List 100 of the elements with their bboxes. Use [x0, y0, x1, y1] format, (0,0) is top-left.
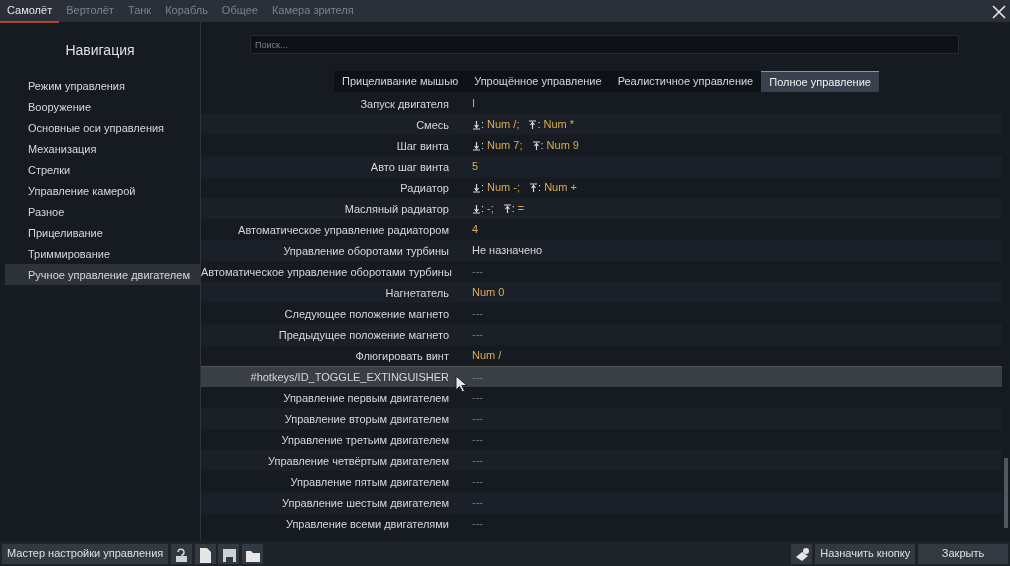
table-row[interactable]: Управление шестым двигателем ---: [201, 492, 1002, 513]
sidebar-item[interactable]: Вооружение: [0, 96, 200, 117]
key-binding: 4: [472, 222, 479, 238]
binding-value: ---: [472, 495, 483, 511]
table-row[interactable]: Управление оборотами турбины Не назначено: [201, 240, 1002, 261]
binding-value: ---: [472, 327, 483, 343]
table-row[interactable]: Смесь : Num /; : Num *: [201, 114, 1002, 135]
tab[interactable]: Вертолёт: [59, 0, 121, 24]
sidebar-item[interactable]: Триммирование: [0, 243, 200, 264]
binding-value: ---: [472, 411, 483, 427]
colon-label: :: [540, 138, 544, 154]
table-row[interactable]: Масляный радиатор : -; : =: [201, 198, 1002, 219]
binding-value: ---: [472, 474, 483, 490]
table-row[interactable]: Автоматическое управление радиатором 4: [201, 219, 1002, 240]
help-button[interactable]: [171, 543, 192, 564]
colon-label: :: [481, 117, 485, 133]
table-row[interactable]: Предыдущее положение магнето ---: [201, 324, 1002, 345]
action-label: Управление первым двигателем: [282, 390, 449, 405]
mode-tab[interactable]: Прицеливание мышью: [334, 71, 467, 92]
selected-row[interactable]: #hotkeys/ID_TOGGLE_EXTINGUISHER ---: [201, 366, 1002, 387]
sidebar-item[interactable]: Стрелки: [0, 159, 200, 180]
action-label: Масляный радиатор: [343, 201, 449, 216]
table-row[interactable]: Управление первым двигателем ---: [201, 387, 1002, 408]
action-label: Автоматическое управление оборотами турбины: [201, 264, 449, 279]
table-row[interactable]: Автоматическое управление оборотами турбины ---: [201, 261, 1002, 282]
reset-button[interactable]: [791, 543, 813, 564]
table-row[interactable]: Управление всеми двигателями ---: [201, 513, 1002, 534]
table-row[interactable]: Управление третьим двигателем ---: [201, 429, 1002, 450]
action-label: Нагнетатель: [384, 285, 449, 300]
search-field[interactable]: Поиск...: [250, 35, 959, 54]
action-label: Шаг винта: [395, 138, 449, 153]
sidebar-item[interactable]: Ручное управление двигателем: [5, 264, 200, 285]
action-label: Следующее положение магнето: [283, 306, 449, 321]
new-button[interactable]: [194, 543, 216, 564]
binding-value: ---: [472, 516, 483, 532]
table-row[interactable]: Флюгировать винт Num /: [201, 345, 1002, 366]
decrease-icon: [472, 140, 481, 151]
action-label: Управление вторым двигателем: [283, 411, 449, 426]
key-binding: Num 9: [546, 138, 579, 154]
binding-value: ---: [472, 306, 483, 322]
decrease-icon: [472, 203, 481, 214]
key-binding: 5: [472, 159, 479, 175]
action-label: Управление пятым двигателем: [289, 474, 449, 489]
mode-tab[interactable]: Реалистичное управление: [609, 71, 762, 92]
floppy-icon: [221, 546, 237, 563]
action-label: Авто шаг винта: [369, 159, 449, 174]
sidebar-item[interactable]: Разное: [0, 201, 200, 222]
table-row[interactable]: Запуск двигателя I: [201, 93, 1002, 114]
sidebar-item[interactable]: Прицеливание: [0, 222, 200, 243]
key-binding: Num /;: [487, 117, 520, 133]
sidebar-item[interactable]: Управление камерой: [0, 180, 200, 201]
mode-tab[interactable]: Упрощённое управление: [466, 71, 610, 92]
increase-icon: [529, 182, 539, 193]
key-binding: Num -;: [487, 180, 521, 196]
document-icon: [197, 546, 214, 563]
sidebar-item[interactable]: Механизация: [0, 138, 200, 159]
table-row[interactable]: Шаг винта : Num 7; : Num 9: [201, 135, 1002, 156]
table-row[interactable]: Нагнетатель Num 0: [201, 282, 1002, 303]
key-binding: -;: [487, 201, 494, 217]
assign-button[interactable]: Назначить кнопку: [815, 543, 916, 564]
binding-value: ---: [472, 369, 483, 385]
colon-label: :: [538, 180, 542, 196]
table-row[interactable]: Авто шаг винта 5: [201, 156, 1002, 177]
sidebar-item[interactable]: Основные оси управления: [0, 117, 200, 138]
decrease-icon: [472, 119, 481, 130]
open-button[interactable]: [242, 543, 264, 564]
binding-value: ---: [472, 264, 483, 280]
key-binding: Num *: [543, 117, 575, 133]
action-label: Управление третьим двигателем: [280, 432, 449, 447]
close-icon: [992, 5, 1006, 20]
table-row[interactable]: Радиатор : Num -; : Num +: [201, 177, 1002, 198]
increase-icon: [528, 119, 538, 130]
mode-tab[interactable]: Полное управление: [761, 71, 879, 92]
wizard-button[interactable]: Мастер настройки управления: [2, 543, 169, 564]
action-label: Управление всеми двигателями: [284, 516, 449, 531]
table-row[interactable]: Следующее положение магнето ---: [201, 303, 1002, 324]
binding-value: ---: [472, 432, 483, 448]
key-binding: Num 0: [472, 285, 505, 301]
tab[interactable]: Самолёт: [0, 0, 60, 24]
help-icon: [173, 546, 190, 563]
key-binding: Num 7;: [487, 138, 523, 154]
key-binding: I: [472, 96, 476, 112]
key-binding: =: [517, 201, 525, 217]
tab[interactable]: Общее: [214, 0, 265, 24]
binding-value: Не назначено: [472, 243, 543, 259]
tab[interactable]: Корабль: [158, 0, 215, 24]
scrollbar-thumb[interactable]: [1004, 458, 1008, 528]
increase-icon: [502, 203, 512, 214]
colon-label: :: [537, 117, 541, 133]
sidebar-item[interactable]: Режим управления: [0, 75, 200, 96]
action-label: Смесь: [415, 117, 449, 132]
table-row[interactable]: Управление четвёртым двигателем ---: [201, 450, 1002, 471]
action-label: Запуск двигателя: [359, 96, 449, 111]
tab[interactable]: Камера зрителя: [264, 0, 361, 24]
binding-value: ---: [472, 390, 483, 406]
save-button[interactable]: [218, 543, 240, 564]
close-button[interactable]: Закрыть: [918, 543, 1008, 564]
key-binding: Num /: [472, 348, 502, 364]
table-row[interactable]: Управление вторым двигателем ---: [201, 408, 1002, 429]
table-row[interactable]: Управление пятым двигателем ---: [201, 471, 1002, 492]
